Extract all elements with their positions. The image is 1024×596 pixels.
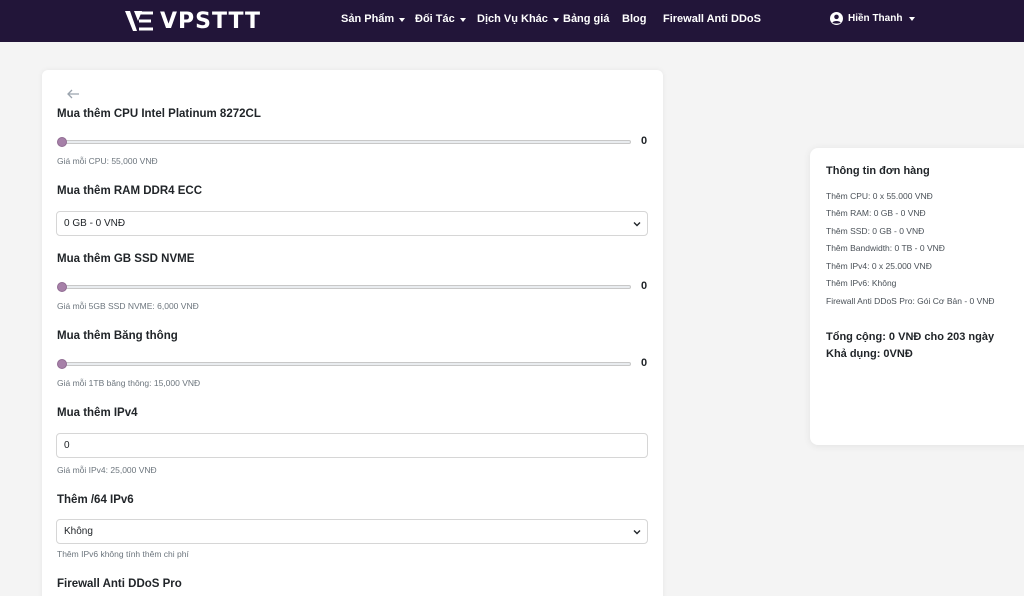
order-line-cpu: Thêm CPU: 0 x 55.000 VNĐ [826,191,933,201]
vpsttt-logo-icon [125,11,153,31]
user-avatar-icon [830,12,843,25]
nav-label: Dịch Vụ Khác [477,13,548,25]
nav-label: Blog [622,13,647,25]
ipv4-label: Mua thêm IPv4 [57,407,138,419]
cpu-price-hint: Giá mỗi CPU: 55,000 VNĐ [57,156,158,166]
nav-label: Đối Tác [415,13,455,25]
chevron-down-icon [633,222,641,227]
user-menu[interactable]: Hiền Thanh [830,12,916,25]
order-line-firewall: Firewall Anti DDoS Pro: Gói Cơ Bản - 0 V… [826,296,995,306]
ssd-value: 0 [641,280,648,292]
slider-thumb[interactable] [57,282,67,292]
caret-down-icon [909,17,916,21]
slider-thumb[interactable] [57,137,67,147]
nav-bang-gia[interactable]: Bảng giá [563,13,609,25]
nav-label: Bảng giá [563,13,610,25]
ram-label: Mua thêm RAM DDR4 ECC [57,185,203,197]
user-name: Hiền Thanh [848,13,903,24]
ipv6-hint: Thêm IPv6 không tính thêm chi phí [57,549,189,559]
caret-down-icon [399,17,406,22]
ipv4-price-hint: Giá mỗi IPv4: 25,000 VNĐ [57,465,157,475]
ssd-price-hint: Giá mỗi 5GB SSD NVME: 6,000 VNĐ [57,301,199,311]
caret-down-icon [552,17,559,22]
nav-doi-tac[interactable]: Đối Tác [415,13,466,25]
bandwidth-label: Mua thêm Băng thông [57,330,178,342]
order-line-ipv4: Thêm IPv4: 0 x 25.000 VNĐ [826,261,932,271]
bandwidth-value: 0 [641,357,648,369]
ipv6-select[interactable]: Không [56,519,648,544]
slider-track [59,140,631,144]
nav-firewall[interactable]: Firewall Anti DDoS [663,13,761,25]
order-total: Tổng cộng: 0 VNĐ cho 203 ngày [826,331,995,343]
bandwidth-price-hint: Giá mỗi 1TB băng thông: 15,000 VNĐ [57,378,201,388]
nav-label: Sản Phẩm [341,13,395,25]
nav-san-pham[interactable]: Sản Phẩm [341,13,406,25]
slider-thumb[interactable] [57,359,67,369]
order-line-bandwidth: Thêm Bandwidth: 0 TB - 0 VNĐ [826,243,945,253]
cpu-slider[interactable] [57,135,631,149]
back-arrow-icon[interactable] [66,88,80,100]
brand-name: VPSTTT [160,8,262,34]
top-navbar: VPSTTT Sản Phẩm Đối Tác Dịch Vụ Khác Bản… [0,0,1024,42]
ipv6-selected-value: Không [64,526,93,537]
order-line-ipv6: Thêm IPv6: Không [826,278,897,288]
slider-track [59,362,631,366]
nav-blog[interactable]: Blog [622,13,646,25]
brand-logo[interactable]: VPSTTT [124,7,261,35]
ipv4-input[interactable]: 0 [56,433,648,458]
caret-down-icon [459,17,466,22]
ssd-slider[interactable] [57,280,631,294]
chevron-down-icon [633,530,641,535]
nav-label: Firewall Anti DDoS [663,13,761,25]
nav-dich-vu-khac[interactable]: Dịch Vụ Khác [477,13,559,25]
ram-selected-value: 0 GB - 0 VNĐ [64,218,126,229]
cpu-value: 0 [641,135,648,147]
order-available-balance: Khả dụng: 0VNĐ [826,348,913,360]
ssd-label: Mua thêm GB SSD NVME [57,253,195,265]
ipv6-label: Thêm /64 IPv6 [57,494,134,506]
order-summary-title: Thông tin đơn hàng [826,165,930,177]
cpu-label: Mua thêm CPU Intel Platinum 8272CL [57,108,261,120]
firewall-label: Firewall Anti DDoS Pro [57,578,182,590]
ram-select[interactable]: 0 GB - 0 VNĐ [56,211,648,236]
order-line-ram: Thêm RAM: 0 GB - 0 VNĐ [826,208,926,218]
bandwidth-slider[interactable] [57,357,631,371]
slider-track [59,285,631,289]
order-line-ssd: Thêm SSD: 0 GB - 0 VNĐ [826,226,925,236]
ipv4-input-value: 0 [64,440,70,451]
